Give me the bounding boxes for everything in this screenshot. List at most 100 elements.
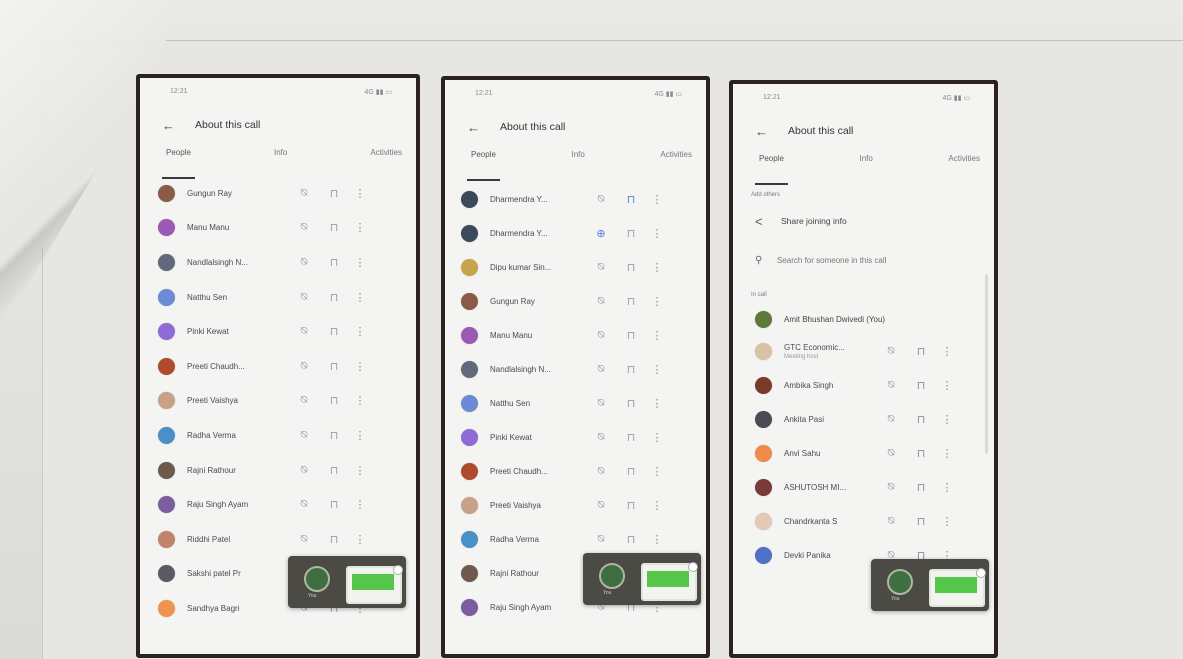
pin-icon[interactable]: ⊓ [616,499,646,512]
participant-row[interactable]: Anvi Sahu ⍉ ⊓ ⋮ [733,436,994,470]
participant-row[interactable]: Preeti Chaudh... ⍉ ⊓ ⋮ [158,349,416,384]
search-input[interactable]: ⚲ Search for someone in this call [755,248,994,272]
participant-row[interactable]: Pinki Kewat ⍉ ⊓ ⋮ [461,420,706,454]
more-vert-icon[interactable]: ⋮ [646,397,668,410]
arrow-left-icon[interactable]: ← [467,120,480,135]
pin-icon[interactable]: ⊓ [906,413,936,426]
share-joining-info-row[interactable]: < Share joining info [733,206,994,236]
more-vert-icon[interactable]: ⋮ [936,481,958,494]
pin-icon[interactable]: ⊓ [319,533,349,546]
self-video-tile[interactable]: You [288,556,406,608]
pin-icon[interactable]: ⊓ [319,464,349,477]
participant-row[interactable]: Radha Verma ⍉ ⊓ ⋮ [158,418,416,453]
participant-row[interactable]: Preeti Chaudh... ⍉ ⊓ ⋮ [461,454,706,488]
more-vert-icon[interactable]: ⋮ [646,465,668,478]
more-vert-icon[interactable]: ⋮ [349,360,371,373]
participant-row[interactable]: Ambika Singh ⍉ ⊓ ⋮ [733,368,994,402]
tab-info[interactable]: Info [572,150,585,172]
participant-row[interactable]: Gungun Ray ⍉ ⊓ ⋮ [461,284,706,318]
pin-icon[interactable]: ⊓ [319,256,349,269]
tab-activities[interactable]: Activities [370,148,402,170]
participant-row[interactable]: Dipu kumar Sin... ⍉ ⊓ ⋮ [461,250,706,284]
more-vert-icon[interactable]: ⋮ [646,533,668,546]
scrollbar[interactable] [985,274,988,454]
participant-row[interactable]: Rajni Rathour ⍉ ⊓⋮ [158,453,416,488]
pin-icon[interactable]: ⊓ [906,481,936,494]
pin-icon[interactable]: ⊓ [319,325,349,338]
more-vert-icon[interactable]: ⋮ [936,345,958,358]
pin-icon[interactable]: ⊓ [319,291,349,304]
more-vert-icon[interactable]: ⋮ [349,221,371,234]
tab-info[interactable]: Info [274,148,287,170]
participant-row[interactable]: Nandlalsingh N... ⍉ ⊓ ⋮ [158,245,416,280]
more-vert-icon[interactable]: ⋮ [349,533,371,546]
pin-icon[interactable]: ⊓ [906,379,936,392]
more-vert-icon[interactable]: ⋮ [349,256,371,269]
tab-people[interactable]: People [755,154,788,185]
more-vert-icon[interactable]: ⋮ [646,329,668,342]
pin-icon[interactable]: ⊓ [319,360,349,373]
more-vert-icon[interactable]: ⋮ [646,499,668,512]
participant-row[interactable]: Nandlalsingh N... ⍉ ⊓ ⋮ [461,352,706,386]
pin-icon[interactable]: ⊓ [616,295,646,308]
participant-row[interactable]: Manu Manu ⍉ ⊓ ⋮ [158,211,416,246]
more-vert-icon[interactable]: ⋮ [349,464,371,477]
participant-row[interactable]: GTC Economic... Meeting host ⍉ ⊓ ⋮ [733,334,994,368]
participant-row[interactable]: Gungun Ray ⍉ ⊓ ⋮ [158,176,416,211]
pin-icon[interactable]: ⊓ [319,221,349,234]
participant-row[interactable]: Preeti Vaishya ⍉ ⊓ ⋮ [461,488,706,522]
pin-icon[interactable]: ⊓ [616,465,646,478]
participant-row[interactable]: Ankita Pasi ⍉ ⊓ ⋮ [733,402,994,436]
more-vert-icon[interactable]: ⋮ [646,295,668,308]
pin-icon[interactable]: ⊓ [616,533,646,546]
participant-row[interactable]: Natthu Sen ⍉ ⊓ ⋮ [158,280,416,315]
participant-row[interactable]: Preeti Vaishya ⍉ ⊓ ⋮ [158,384,416,419]
pin-icon[interactable]: ⊓ [616,329,646,342]
participant-row[interactable]: Radha Verma ⍉ ⊓ ⋮ [461,522,706,556]
tab-people[interactable]: People [467,150,500,181]
participant-row[interactable]: Natthu Sen ⍉ ⊓ ⋮ [461,386,706,420]
pin-icon[interactable]: ⊓ [319,394,349,407]
pin-icon[interactable]: ⊓ [616,431,646,444]
tab-info[interactable]: Info [860,154,873,176]
more-vert-icon[interactable]: ⋮ [646,363,668,376]
participant-row[interactable]: Dharmendra Y... ⊕ ⊓ ⋮ [461,216,706,250]
more-vert-icon[interactable]: ⋮ [936,413,958,426]
more-vert-icon[interactable]: ⋮ [349,291,371,304]
more-vert-icon[interactable]: ⋮ [936,515,958,528]
pin-icon[interactable]: ⊓ [319,429,349,442]
pin-icon[interactable]: ⊓ [319,498,349,511]
more-vert-icon[interactable]: ⋮ [646,261,668,274]
participant-row[interactable]: ASHUTOSH MI... ⍉ ⊓ ⋮ [733,470,994,504]
pin-icon[interactable]: ⊓ [906,345,936,358]
participant-row[interactable]: Chandrkanta S ⍉ ⊓ ⋮ [733,504,994,538]
participant-row[interactable]: Raju Singh Ayam ⍉ ⊓ ⋮ [158,487,416,522]
more-vert-icon[interactable]: ⋮ [646,193,668,206]
more-vert-icon[interactable]: ⋮ [646,227,668,240]
more-vert-icon[interactable]: ⋮ [349,325,371,338]
participant-row[interactable]: Pinki Kewat ⍉ ⊓ ⋮ [158,314,416,349]
more-vert-icon[interactable]: ⋮ [349,394,371,407]
pin-icon[interactable]: ⊓ [616,193,646,206]
add-person-icon[interactable]: ⊕ [586,227,616,240]
pin-icon[interactable]: ⊓ [616,363,646,376]
more-vert-icon[interactable]: ⋮ [349,498,371,511]
participant-row[interactable]: Manu Manu ⍉ ⊓ ⋮ [461,318,706,352]
self-video-tile[interactable]: You [871,559,989,611]
tab-activities[interactable]: Activities [660,150,692,172]
tab-people[interactable]: People [162,148,195,179]
participant-row[interactable]: Dharmendra Y... ⍉ ⊓ ⋮ [461,182,706,216]
pin-icon[interactable]: ⊓ [616,227,646,240]
more-vert-icon[interactable]: ⋮ [936,379,958,392]
tab-activities[interactable]: Activities [948,154,980,176]
pin-icon[interactable]: ⊓ [906,515,936,528]
participant-row[interactable]: Riddhi Patel ⍉ ⊓ ⋮ [158,522,416,557]
more-vert-icon[interactable]: ⋮ [349,187,371,200]
pin-icon[interactable]: ⊓ [616,397,646,410]
self-video-tile[interactable]: You [583,553,701,605]
pin-icon[interactable]: ⊓ [319,187,349,200]
arrow-left-icon[interactable]: ← [162,118,175,133]
more-vert-icon[interactable]: ⋮ [646,431,668,444]
more-vert-icon[interactable]: ⋮ [936,447,958,460]
pin-icon[interactable]: ⊓ [616,261,646,274]
